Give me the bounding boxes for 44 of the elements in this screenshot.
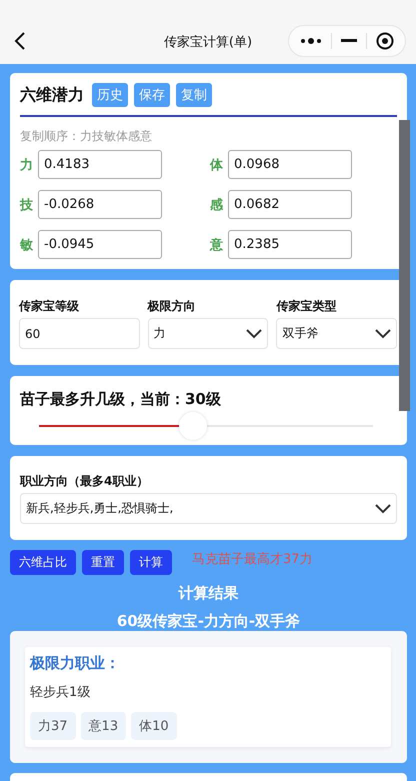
result-text: 轻步兵1级 <box>30 684 92 701</box>
field-label: 职业方向（最多4职业） <box>20 473 150 490</box>
stat-label: 意 <box>210 236 224 254</box>
stat-input[interactable]: 0.0968 <box>228 150 352 179</box>
slider-thumb[interactable] <box>178 412 207 440</box>
minimize-icon[interactable] <box>340 39 357 43</box>
select-field[interactable]: 新兵,轻步兵,勇士,恐惧骑士, <box>20 493 397 524</box>
note-text: 马克苗子最高才37力 <box>192 551 313 568</box>
stat-input[interactable]: 0.2385 <box>228 230 352 259</box>
stat-label: 体 <box>210 156 224 174</box>
field-label: 极限方向 <box>148 298 197 315</box>
field-label: 传家宝等级 <box>19 298 80 315</box>
level-input[interactable]: 60 <box>19 318 140 349</box>
action-button[interactable]: 六维占比 <box>10 550 76 575</box>
page-title: 传家宝计算(单) <box>164 34 252 51</box>
action-button[interactable]: 重置 <box>82 550 124 575</box>
chevron-down-icon <box>245 328 264 340</box>
stat-tag: 意13 <box>80 712 126 740</box>
chevron-down-icon <box>374 328 392 340</box>
stat-tag: 力37 <box>30 712 76 740</box>
back-icon[interactable] <box>14 31 26 51</box>
stat-label: 技 <box>20 196 34 214</box>
result-title: 计算结果 <box>177 584 240 603</box>
stat-label: 敏 <box>20 236 34 254</box>
result-heading: 极限力职业： <box>30 654 121 673</box>
field-label: 传家宝类型 <box>276 298 338 315</box>
stat-tag: 体10 <box>131 712 177 740</box>
result-subtitle: 60级传家宝-力方向-双手斧 <box>116 612 302 631</box>
chevron-down-icon <box>374 502 392 514</box>
stat-label: 力 <box>20 156 34 174</box>
select-field[interactable]: 力 <box>148 318 268 349</box>
stat-input[interactable]: -0.0268 <box>38 190 162 219</box>
scrollbar[interactable] <box>399 120 410 411</box>
stat-input[interactable]: 0.0682 <box>228 190 352 219</box>
stat-input[interactable]: 0.4183 <box>38 150 162 179</box>
capsule-menu[interactable] <box>288 25 406 57</box>
copy-order-hint: 复制顺序：力技敏体感意 <box>20 128 153 145</box>
stat-label: 感 <box>210 196 224 214</box>
more-icon[interactable] <box>300 38 322 44</box>
stat-input[interactable]: -0.0945 <box>38 230 162 259</box>
action-button[interactable]: 计算 <box>130 550 172 575</box>
slider-title: 苗子最多升几级，当前：30级 <box>20 390 222 409</box>
select-field[interactable]: 双手斧 <box>276 318 397 349</box>
section-title: 六维潜力 <box>20 84 84 106</box>
